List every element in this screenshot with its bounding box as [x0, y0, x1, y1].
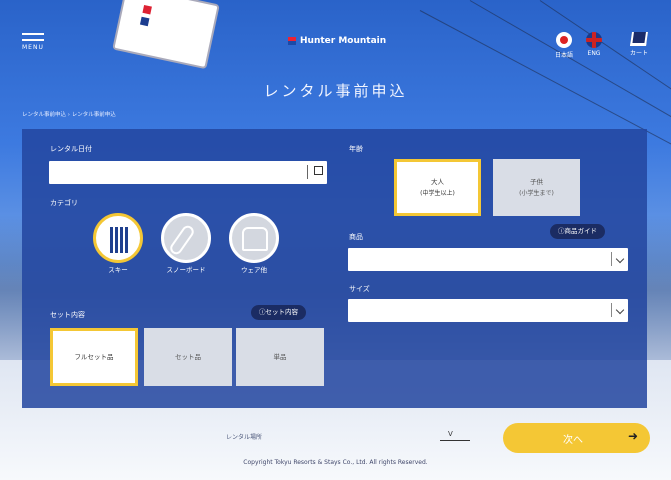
set-info-button[interactable]: ⓘセット内容	[251, 305, 306, 320]
lang-ja-button[interactable]: 日本語	[550, 32, 578, 59]
age-option-adult[interactable]: 大人 (中学生以上)	[394, 159, 481, 216]
japan-flag-icon	[556, 32, 572, 48]
category-snowboard-label: スノーボード	[166, 266, 206, 274]
set-option-single[interactable]: 単品	[236, 328, 324, 386]
product-select[interactable]	[348, 248, 628, 271]
select-divider	[611, 303, 612, 317]
rental-date-input[interactable]	[49, 161, 327, 184]
arrow-right-icon: ➜	[627, 429, 638, 443]
cart-button[interactable]: カート	[625, 32, 653, 57]
logo-icon	[288, 37, 296, 45]
lang-en-label: ENG	[587, 50, 601, 57]
size-label: サイズ	[349, 285, 370, 293]
category-wear-label: ウェア他	[241, 266, 267, 274]
cart-label: カート	[629, 50, 648, 57]
age-adult-sub: (中学生以上)	[420, 190, 455, 197]
set-option-full[interactable]: フルセット品	[50, 328, 138, 386]
menu-label: MENU	[22, 44, 44, 51]
site-logo[interactable]: Hunter Mountain	[288, 36, 386, 46]
next-button[interactable]: 次へ ➜	[503, 423, 650, 453]
calendar-icon[interactable]	[307, 165, 323, 179]
chevron-down-icon	[615, 254, 625, 264]
age-option-child[interactable]: 子供 (小学生まで)	[493, 159, 580, 216]
page-title: レンタル事前申込	[263, 82, 408, 100]
chevron-down-icon	[615, 305, 625, 315]
snowboard-icon	[161, 213, 211, 263]
product-label: 商品	[349, 233, 363, 241]
select-divider	[611, 252, 612, 266]
category-wear[interactable]: ウェア他	[226, 213, 282, 274]
cart-icon	[630, 32, 648, 46]
menu-button[interactable]: MENU	[22, 33, 44, 51]
set-option-set[interactable]: セット品	[144, 328, 232, 386]
shop-select[interactable]: V	[448, 430, 453, 438]
category-label: カテゴリ	[50, 199, 78, 207]
ski-icon	[93, 213, 143, 263]
breadcrumb[interactable]: レンタル事前申込 › レンタル事前申込	[22, 110, 116, 118]
product-guide-button[interactable]: ⓘ商品ガイド	[550, 224, 605, 239]
menu-icon	[22, 33, 44, 35]
age-child-label: 子供	[530, 178, 543, 186]
age-child-sub: (小学生まで)	[519, 190, 554, 197]
category-ski[interactable]: スキー	[90, 213, 146, 274]
logo-text: Hunter Mountain	[300, 36, 387, 46]
next-label: 次へ	[563, 435, 583, 446]
lang-en-button[interactable]: ENG	[580, 32, 608, 57]
lang-ja-label: 日本語	[554, 52, 573, 59]
header: MENU Hunter Mountain 日本語 ENG カート	[0, 0, 671, 72]
shop-underline	[440, 440, 470, 441]
size-select[interactable]	[348, 299, 628, 322]
footer: レンタル場所 V 次へ ➜ Copyright Tokyu Resorts & …	[0, 410, 671, 480]
menu-icon	[22, 39, 44, 41]
set-label: セット内容	[50, 311, 85, 319]
category-ski-label: スキー	[108, 266, 128, 274]
uk-flag-icon	[586, 32, 602, 48]
wear-icon	[229, 213, 279, 263]
age-adult-label: 大人	[431, 178, 444, 186]
age-label: 年齢	[349, 145, 363, 153]
category-snowboard[interactable]: スノーボード	[158, 213, 214, 274]
shop-label: レンタル場所	[226, 434, 263, 441]
copyright: Copyright Tokyu Resorts & Stays Co., Ltd…	[243, 459, 428, 466]
rental-date-label: レンタル日付	[50, 145, 92, 153]
